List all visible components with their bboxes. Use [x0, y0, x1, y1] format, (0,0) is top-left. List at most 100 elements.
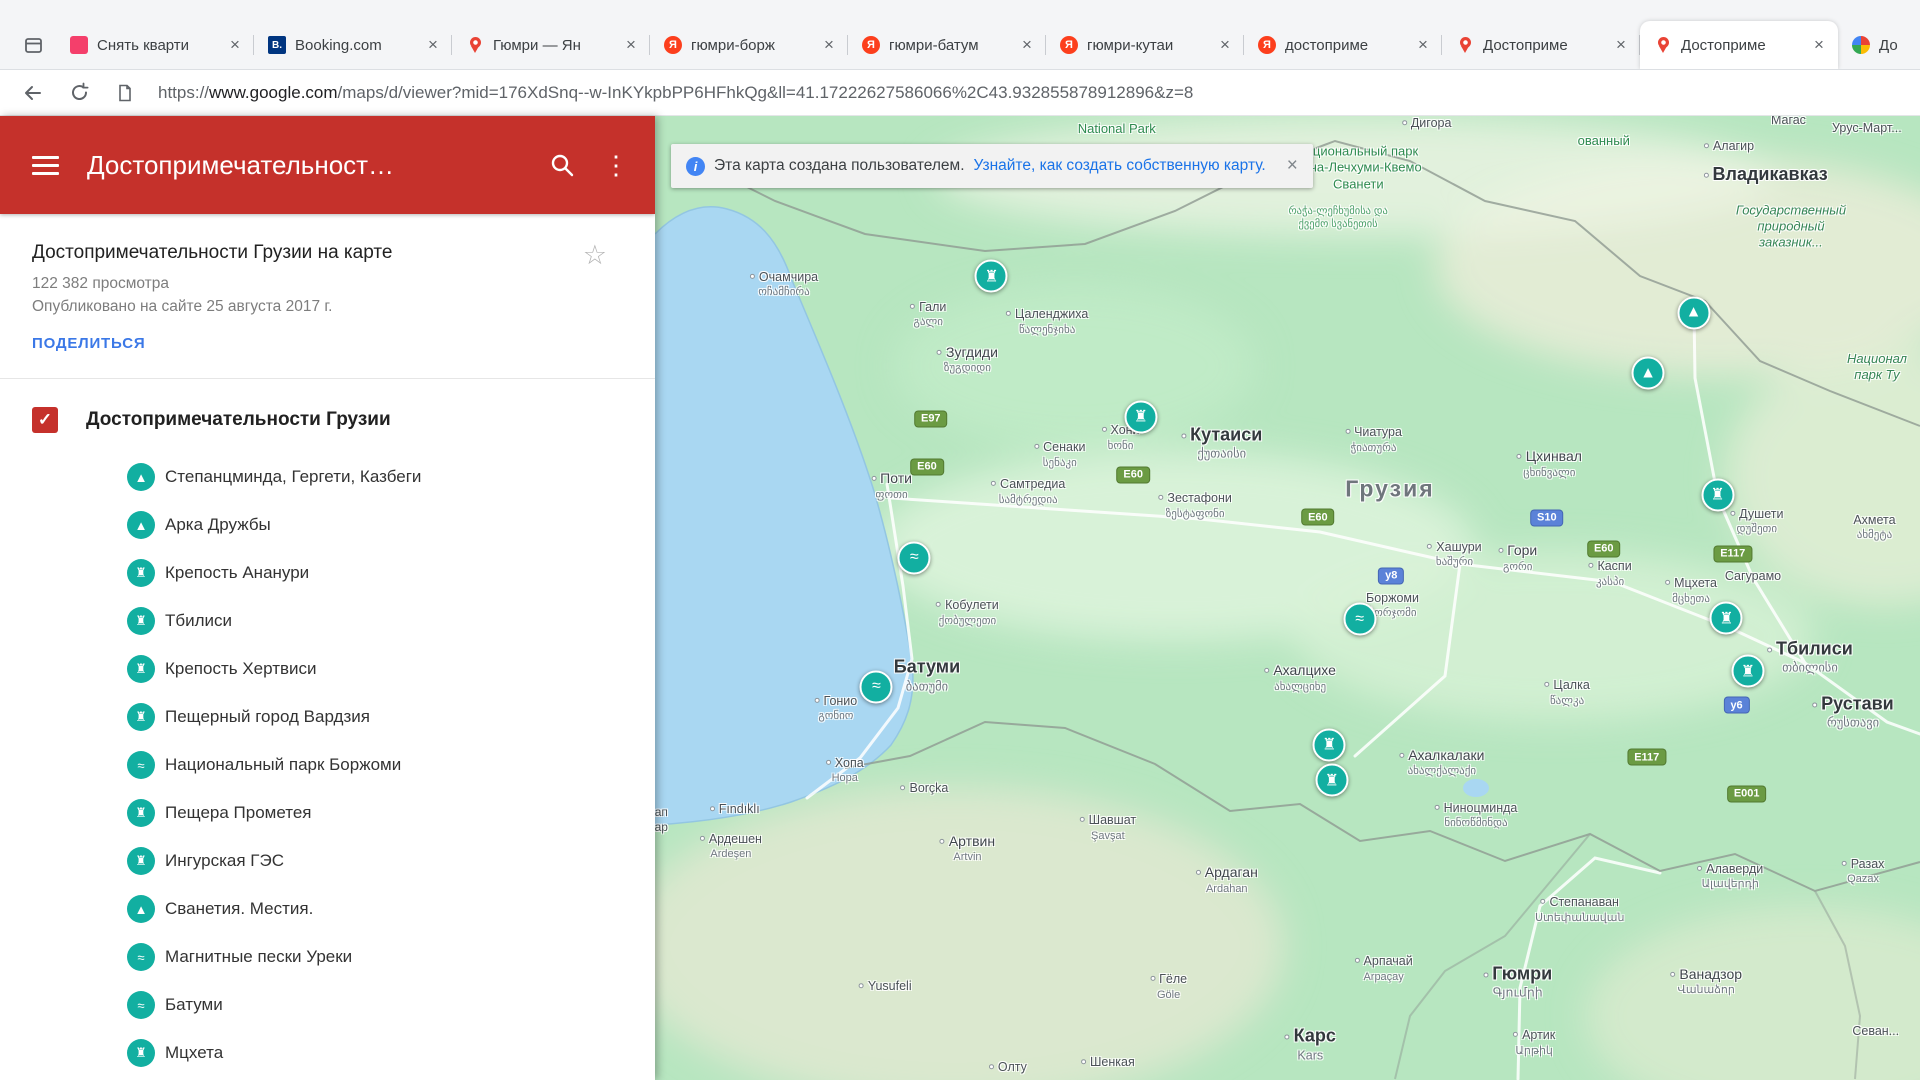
notice-close-icon[interactable]: ×	[1287, 155, 1298, 177]
sidebar-header: Достопримечательност… ⋮	[0, 116, 655, 214]
waves-marker-icon: ≈	[127, 943, 155, 971]
colorful-favicon	[1852, 36, 1870, 54]
castle-marker-icon: ♜	[127, 559, 155, 587]
waves-map-marker[interactable]: ≈	[860, 670, 893, 703]
create-map-link[interactable]: Узнайте, как создать собственную карту.	[974, 157, 1266, 175]
castle-marker-icon: ♜	[127, 1039, 155, 1067]
waves-marker-icon: ≈	[127, 991, 155, 1019]
browser-tab[interactable]: До×	[1838, 21, 1920, 69]
place-label: Тбилиси	[165, 611, 232, 631]
overflow-menu-icon[interactable]: ⋮	[603, 150, 623, 181]
mountain-map-marker[interactable]: ▲	[1677, 296, 1710, 329]
layer-checkbox[interactable]: ✓	[32, 407, 58, 433]
castle-map-marker[interactable]: ♜	[1731, 655, 1764, 688]
browser-tab[interactable]: Достоприме ×	[1640, 21, 1838, 69]
back-arrow-icon	[22, 82, 44, 104]
url-host: www.google.com	[209, 83, 338, 103]
road-badge: S10	[1531, 510, 1563, 525]
layer-row[interactable]: ✓ Достопримечательности Грузии	[0, 379, 655, 453]
place-list-item[interactable]: ♜Крепость Ананури	[127, 549, 655, 597]
address-bar: https://www.google.com/maps/d/viewer?mid…	[0, 70, 1920, 116]
place-list-item[interactable]: ♜ Мцхета	[127, 1029, 655, 1077]
road-badge: E60	[1588, 541, 1620, 556]
mountain-map-marker[interactable]: ▲	[1632, 357, 1665, 390]
tab-close-icon[interactable]: ×	[820, 35, 838, 55]
map-pin-favicon	[466, 36, 484, 54]
url-text[interactable]: https://www.google.com/maps/d/viewer?mid…	[158, 83, 1193, 103]
waves-map-marker[interactable]: ≈	[1343, 603, 1376, 636]
menu-icon[interactable]	[32, 156, 59, 175]
place-label: Мцхета	[165, 1043, 223, 1063]
browser-tab[interactable]: Ягюмри-борж×	[650, 21, 848, 69]
back-button[interactable]	[20, 80, 46, 106]
browser-tab[interactable]: Снять кварти×	[56, 21, 254, 69]
reload-button[interactable]	[66, 80, 92, 106]
browser-tab[interactable]: Ягюмри-кутаи×	[1046, 21, 1244, 69]
place-list-item[interactable]: ♜Пещера Прометея	[127, 789, 655, 837]
tab-close-icon[interactable]: ×	[424, 35, 442, 55]
sidebar-panel: Достопримечательност… ⋮ Достопримечатель…	[0, 116, 655, 1080]
reload-icon	[69, 82, 90, 103]
place-list-item[interactable]: ▲ Степанцминда, Гергети, Казбеги	[127, 453, 655, 501]
layer-title: Достопримечательности Грузии	[86, 409, 391, 431]
browser-tab[interactable]: B.Booking.com×	[254, 21, 452, 69]
castle-map-marker[interactable]: ♜	[1124, 400, 1157, 433]
place-list-item[interactable]: ▲Сванетия. Местия.	[127, 885, 655, 933]
browser-tab[interactable]: Ядостоприме ×	[1244, 21, 1442, 69]
place-list-item[interactable]: ♜Крепость Хертвиси	[127, 645, 655, 693]
tab-actions-button[interactable]	[10, 21, 56, 69]
castle-map-marker[interactable]: ♜	[1710, 602, 1743, 635]
place-label: Батуми	[165, 995, 223, 1015]
place-list-item[interactable]: ♜Пещерный город Вардзия	[127, 693, 655, 741]
tab-actions-icon	[23, 35, 44, 56]
browser-tab[interactable]: Гюмри — Ян×	[452, 21, 650, 69]
castle-map-marker[interactable]: ♜	[975, 260, 1008, 293]
tab-title: До	[1879, 37, 1920, 54]
yandex-favicon: Я	[862, 36, 880, 54]
share-button[interactable]: ПОДЕЛИТЬСЯ	[32, 335, 623, 352]
tab-title: Booking.com	[295, 37, 415, 54]
tab-title: Достоприме	[1681, 37, 1801, 54]
castle-map-marker[interactable]: ♜	[1701, 478, 1734, 511]
yandex-favicon: Я	[1258, 36, 1276, 54]
tab-close-icon[interactable]: ×	[226, 35, 244, 55]
place-list-item[interactable]: ≈ Батуми	[127, 981, 655, 1029]
place-list-item[interactable]: ♜Тбилиси	[127, 597, 655, 645]
map-canvas[interactable]: National Parkованныйнациональный паркРач…	[655, 116, 1920, 1080]
waves-marker-icon: ≈	[127, 751, 155, 779]
castle-marker-icon: ♜	[127, 655, 155, 683]
search-icon[interactable]	[549, 152, 575, 178]
road-badge: E97	[915, 411, 947, 426]
place-list-item[interactable]: ≈Магнитные пески Уреки	[127, 933, 655, 981]
place-label: Степанцминда, Гергети, Казбеги	[165, 467, 421, 487]
sidebar-header-title: Достопримечательност…	[87, 150, 521, 181]
tab-strip: Снять кварти×B.Booking.com×Гюмри — Ян×Яг…	[56, 11, 1920, 69]
browser-tab[interactable]: Достоприме×	[1442, 21, 1640, 69]
place-label: Пещерный город Вардзия	[165, 707, 370, 727]
page-info-icon[interactable]	[112, 80, 138, 106]
road-badge: E001	[1728, 786, 1766, 801]
castle-map-marker[interactable]: ♜	[1313, 728, 1346, 761]
road-badge: E60	[911, 459, 943, 474]
place-list-item[interactable]: ♜Ингурская ГЭС	[127, 837, 655, 885]
browser-tab[interactable]: Ягюмри-батум×	[848, 21, 1046, 69]
tab-close-icon[interactable]: ×	[1216, 35, 1234, 55]
view-count: 122 382 просмотра	[32, 275, 623, 293]
waves-map-marker[interactable]: ≈	[898, 541, 931, 574]
star-icon[interactable]: ☆	[583, 240, 607, 271]
tab-close-icon[interactable]: ×	[1414, 35, 1432, 55]
mountain-marker-icon: ▲	[127, 463, 155, 491]
url-protocol: https://	[158, 83, 209, 103]
road-badge: E60	[1302, 510, 1334, 525]
tab-title: достоприме	[1285, 37, 1405, 54]
place-list-item[interactable]: ▲Арка Дружбы	[127, 501, 655, 549]
castle-map-marker[interactable]: ♜	[1315, 764, 1348, 797]
tab-close-icon[interactable]: ×	[622, 35, 640, 55]
check-icon: ✓	[38, 410, 52, 430]
tab-close-icon[interactable]: ×	[1018, 35, 1036, 55]
place-list-item[interactable]: ≈Национальный парк Боржоми	[127, 741, 655, 789]
tab-close-icon[interactable]: ×	[1612, 35, 1630, 55]
place-label: Пещера Прометея	[165, 803, 312, 823]
tab-close-icon[interactable]: ×	[1810, 35, 1828, 55]
map-pin-favicon	[1654, 36, 1672, 54]
